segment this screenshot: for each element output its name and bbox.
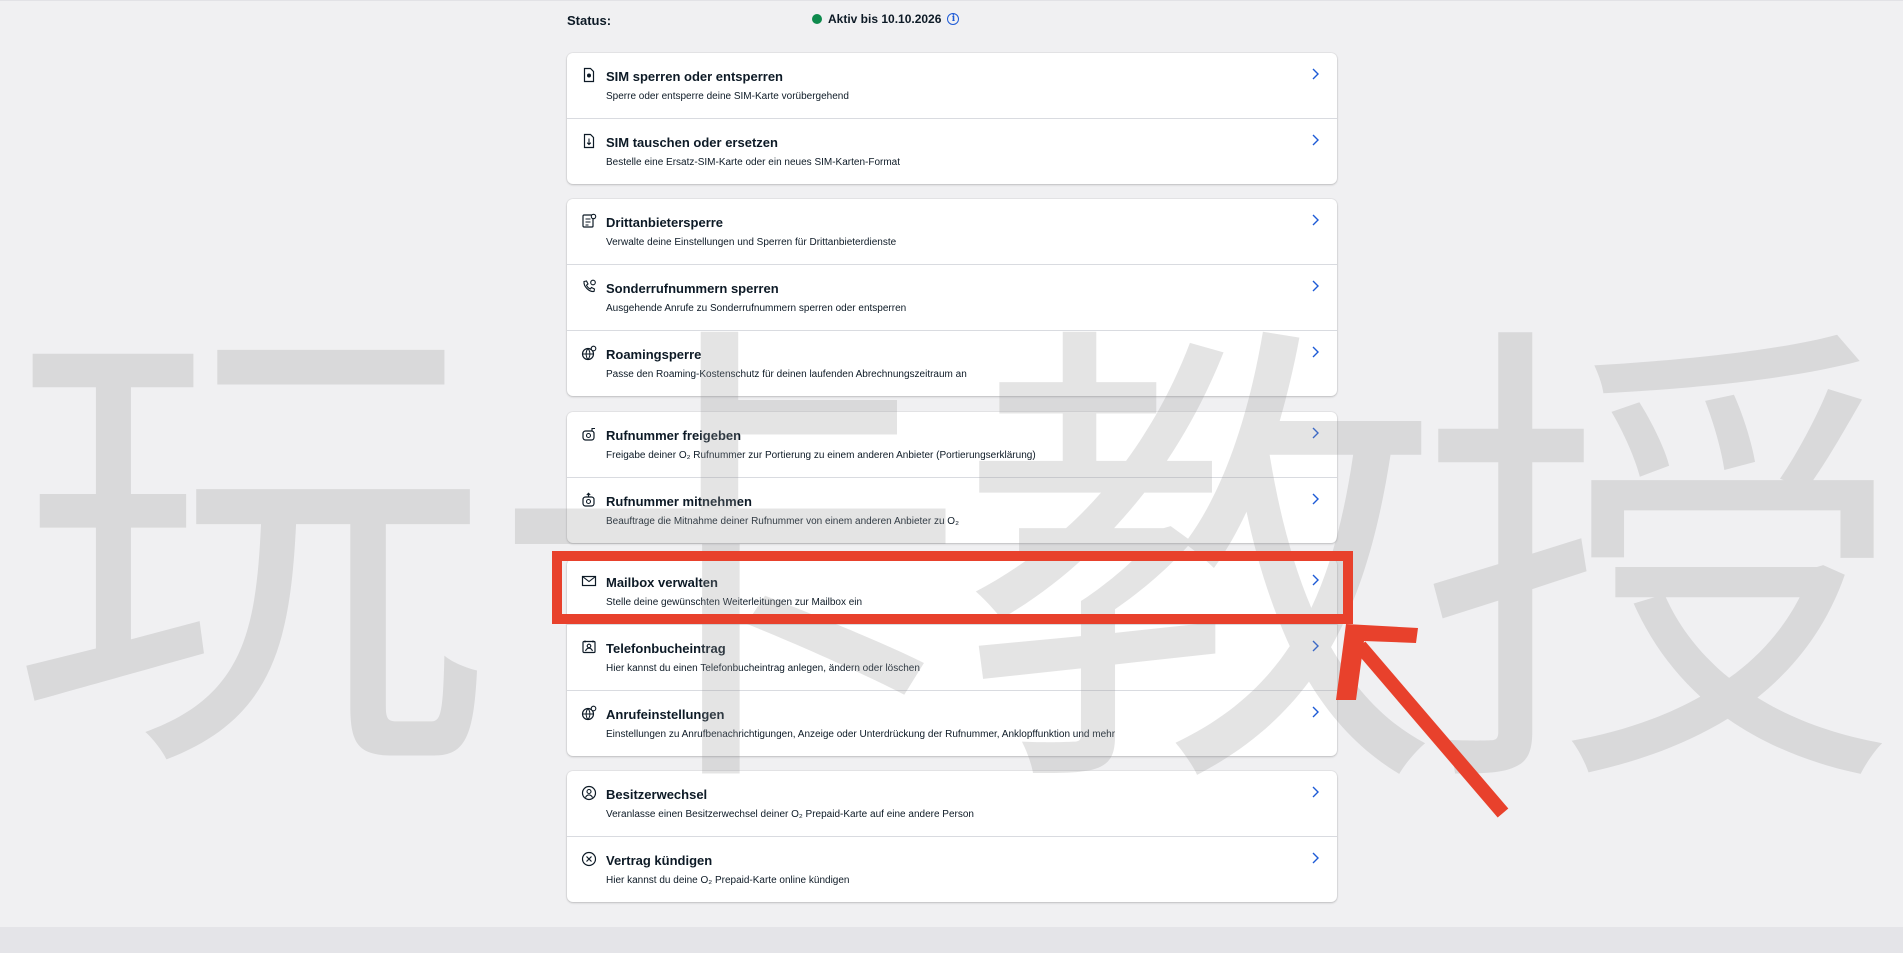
menu-item-description: Hier kannst du deine O₂ Prepaid-Karte on… <box>606 875 850 886</box>
card-group-number: Rufnummer freigeben Freigabe deiner O₂ R… <box>567 412 1337 543</box>
menu-item-title: Telefonbucheintrag <box>606 641 726 656</box>
chevron-right-icon <box>1310 67 1320 81</box>
watermark-char: 授 <box>1420 290 1900 849</box>
chevron-right-icon <box>1310 639 1320 653</box>
menu-item-premium-numbers-block[interactable]: Sonderrufnummern sperren Ausgehende Anru… <box>567 264 1337 330</box>
card-group-calls: Mailbox verwalten Stelle deine gewünscht… <box>567 559 1337 756</box>
mail-icon <box>581 573 597 589</box>
menu-item-description: Ausgehende Anrufe zu Sonderrufnummern sp… <box>606 303 907 314</box>
menu-item-title: Roamingsperre <box>606 347 702 362</box>
menu-item-title: Besitzerwechsel <box>606 787 708 802</box>
chevron-right-icon <box>1310 573 1320 587</box>
menu-item-title: Rufnummer freigeben <box>606 428 742 443</box>
chevron-right-icon <box>1310 785 1320 799</box>
chevron-right-icon <box>1310 705 1320 719</box>
card-group-contract: Besitzerwechsel Veranlasse einen Besitze… <box>567 771 1337 902</box>
globe-roaming-icon <box>581 345 597 361</box>
menu-item-roaming-block[interactable]: Roamingsperre Passe den Roaming-Kostensc… <box>567 330 1337 396</box>
menu-item-owner-change[interactable]: Besitzerwechsel Veranlasse einen Besitze… <box>567 771 1337 836</box>
menu-item-description: Passe den Roaming-Kostenschutz für deine… <box>606 369 967 380</box>
footer-band <box>0 927 1903 953</box>
menu-item-sim-swap[interactable]: SIM tauschen oder ersetzen Bestelle eine… <box>567 118 1337 184</box>
chevron-right-icon <box>1310 213 1320 227</box>
menu-item-description: Verwalte deine Einstellungen und Sperren… <box>606 237 897 248</box>
menu-item-description: Sperre oder entsperre deine SIM-Karte vo… <box>606 91 849 102</box>
phonebook-icon <box>581 639 597 655</box>
menu-item-sim-lock[interactable]: SIM sperren oder entsperren Sperre oder … <box>567 53 1337 118</box>
sim-lock-icon <box>581 67 597 83</box>
menu-item-third-party-block[interactable]: Drittanbietersperre Verwalte deine Einst… <box>567 199 1337 264</box>
status-value: Aktiv bis 10.10.2026 i <box>812 12 960 26</box>
menu-item-description: Bestelle eine Ersatz-SIM-Karte oder ein … <box>606 157 901 168</box>
cancel-circle-icon <box>581 851 597 867</box>
watermark-char: 玩 <box>10 275 490 834</box>
menu-item-call-settings[interactable]: Anrufeinstellungen Einstellungen zu Anru… <box>567 690 1337 756</box>
menu-item-title: Mailbox verwalten <box>606 575 718 590</box>
phone-block-icon <box>581 279 597 295</box>
menu-item-phonebook[interactable]: Telefonbucheintrag Hier kannst du einen … <box>567 624 1337 690</box>
call-settings-icon <box>581 705 597 721</box>
menu-item-title: SIM tauschen oder ersetzen <box>606 135 778 150</box>
chevron-right-icon <box>1310 492 1320 506</box>
sim-swap-icon <box>581 133 597 149</box>
menu-item-description: Freigabe deiner O₂ Rufnummer zur Portier… <box>606 450 1036 461</box>
owner-change-icon <box>581 785 597 801</box>
menu-item-description: Beauftrage die Mitnahme deiner Rufnummer… <box>606 516 959 527</box>
card-group-sim: SIM sperren oder entsperren Sperre oder … <box>567 53 1337 184</box>
menu-item-cancel-contract[interactable]: Vertrag kündigen Hier kannst du deine O₂… <box>567 836 1337 902</box>
chevron-right-icon <box>1310 851 1320 865</box>
status-text: Aktiv bis 10.10.2026 <box>828 12 942 26</box>
menu-item-title: Drittanbietersperre <box>606 215 724 230</box>
status-dot-icon <box>812 14 822 24</box>
number-port-icon <box>581 492 597 508</box>
menu-item-description: Hier kannst du einen Telefonbucheintrag … <box>606 663 920 674</box>
menu-item-title: Rufnummer mitnehmen <box>606 494 752 509</box>
number-release-icon <box>581 426 597 442</box>
menu-item-number-release[interactable]: Rufnummer freigeben Freigabe deiner O₂ R… <box>567 412 1337 477</box>
menu-item-title: Anrufeinstellungen <box>606 707 725 722</box>
menu-item-title: Sonderrufnummern sperren <box>606 281 779 296</box>
top-divider <box>0 0 1903 1</box>
menu-item-number-port[interactable]: Rufnummer mitnehmen Beauftrage die Mitna… <box>567 477 1337 543</box>
third-party-block-icon <box>581 213 597 229</box>
menu-item-description: Stelle deine gewünschten Weiterleitungen… <box>606 597 863 608</box>
chevron-right-icon <box>1310 426 1320 440</box>
menu-item-description: Einstellungen zu Anrufbenachrichtigungen… <box>606 729 1116 740</box>
menu-item-mailbox[interactable]: Mailbox verwalten Stelle deine gewünscht… <box>567 559 1337 624</box>
menu-item-description: Veranlasse einen Besitzerwechsel deiner … <box>606 809 974 820</box>
status-row: Status: Aktiv bis 10.10.2026 i <box>567 12 1337 34</box>
menu-item-title: SIM sperren oder entsperren <box>606 69 783 84</box>
status-label: Status: <box>567 13 612 28</box>
card-group-blocks: Drittanbietersperre Verwalte deine Einst… <box>567 199 1337 396</box>
info-icon[interactable]: i <box>947 13 960 25</box>
chevron-right-icon <box>1310 133 1320 147</box>
chevron-right-icon <box>1310 279 1320 293</box>
chevron-right-icon <box>1310 345 1320 359</box>
menu-item-title: Vertrag kündigen <box>606 853 713 868</box>
arrow-icon <box>1336 624 1509 818</box>
